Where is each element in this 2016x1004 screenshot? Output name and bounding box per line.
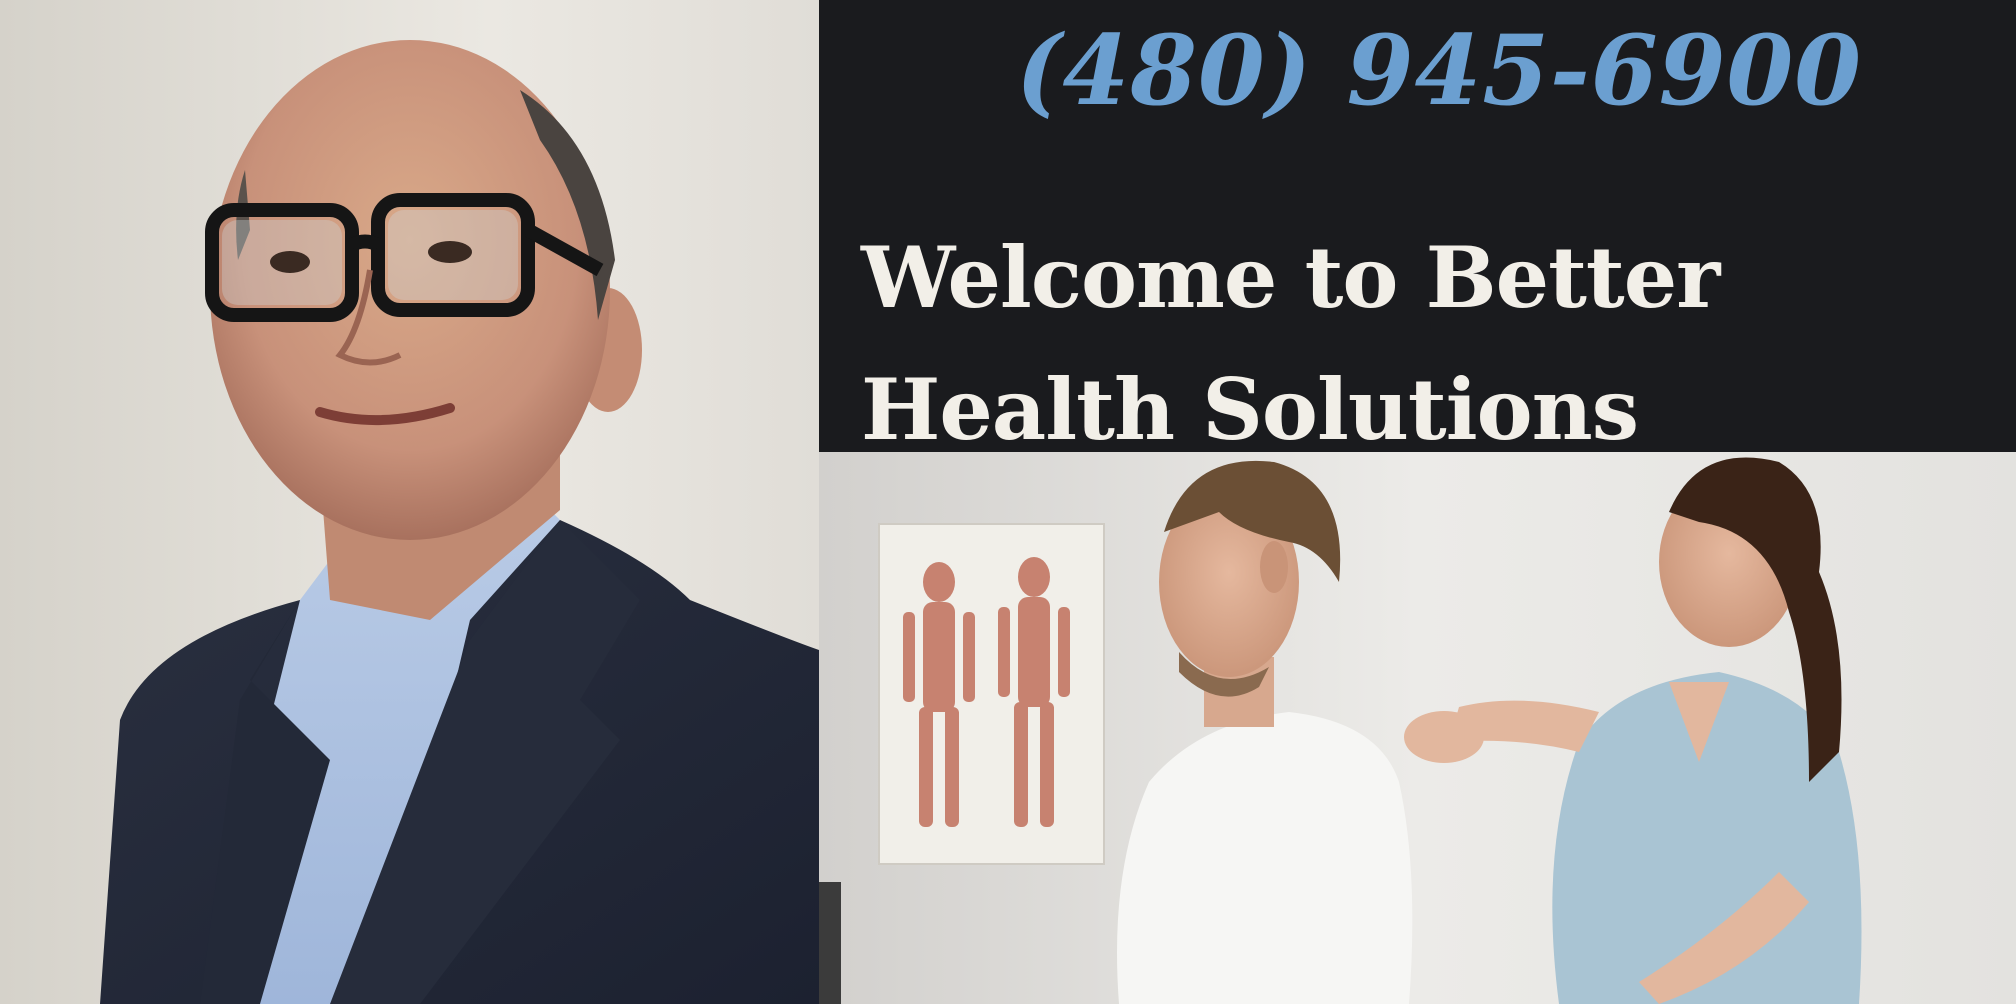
anatomy-poster <box>878 523 1105 865</box>
clinic-illustration <box>819 452 2016 1004</box>
page: (480) 945-6900 Welcome to Better Health … <box>0 0 2016 1004</box>
portrait-photo <box>0 0 819 1004</box>
portrait-illustration <box>0 0 819 1004</box>
phone-number[interactable]: (480) 945-6900 <box>1016 18 1862 124</box>
chiropractic-adjustment-photo <box>819 452 2016 1004</box>
welcome-heading: Welcome to Better Health Solutions <box>861 228 1720 452</box>
welcome-banner: (480) 945-6900 Welcome to Better Health … <box>819 0 2016 452</box>
